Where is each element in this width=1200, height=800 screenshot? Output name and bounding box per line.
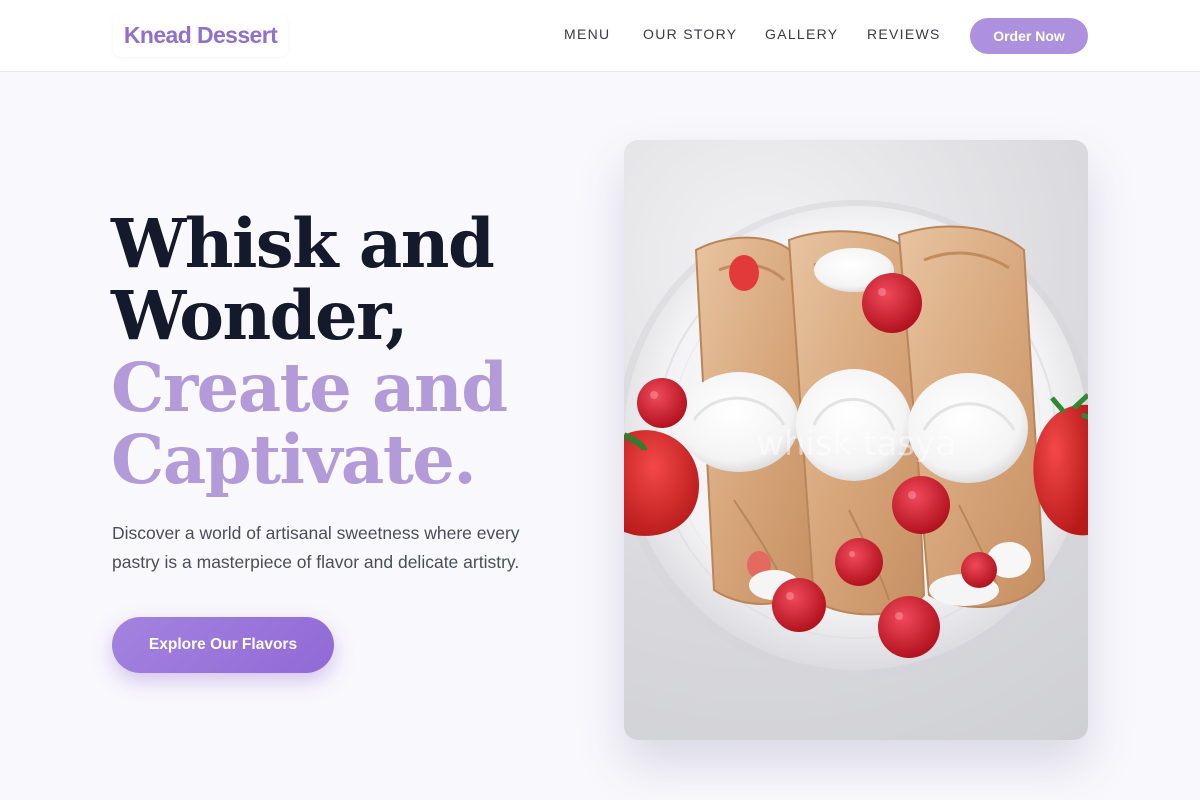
- headline-accent-line-1: Create and: [111, 348, 508, 427]
- site-header: Knead Dessert MENU OUR STORY GALLERY REV…: [0, 0, 1200, 72]
- hero-lead-text: Discover a world of artisanal sweetness …: [112, 523, 520, 572]
- order-now-button[interactable]: Order Now: [970, 18, 1088, 54]
- nav-reviews[interactable]: REVIEWS: [867, 26, 941, 42]
- nav-our-story[interactable]: OUR STORY: [643, 26, 737, 42]
- crepes-illustration: whisk tasya: [624, 200, 1088, 680]
- nav-menu[interactable]: MENU: [564, 26, 610, 42]
- hero-headline: Whisk and Wonder, Create and Captivate.: [111, 208, 591, 496]
- hero-dessert-image: whisk tasya: [624, 140, 1088, 740]
- nav-gallery[interactable]: GALLERY: [765, 26, 838, 42]
- image-watermark: whisk tasya: [756, 424, 956, 464]
- headline-line-2: Wonder,: [111, 276, 408, 355]
- explore-flavors-button[interactable]: Explore Our Flavors: [112, 617, 334, 673]
- brand-logo[interactable]: Knead Dessert: [113, 14, 288, 57]
- headline-accent-line-2: Captivate.: [111, 420, 477, 499]
- headline-line-1: Whisk and: [111, 204, 495, 283]
